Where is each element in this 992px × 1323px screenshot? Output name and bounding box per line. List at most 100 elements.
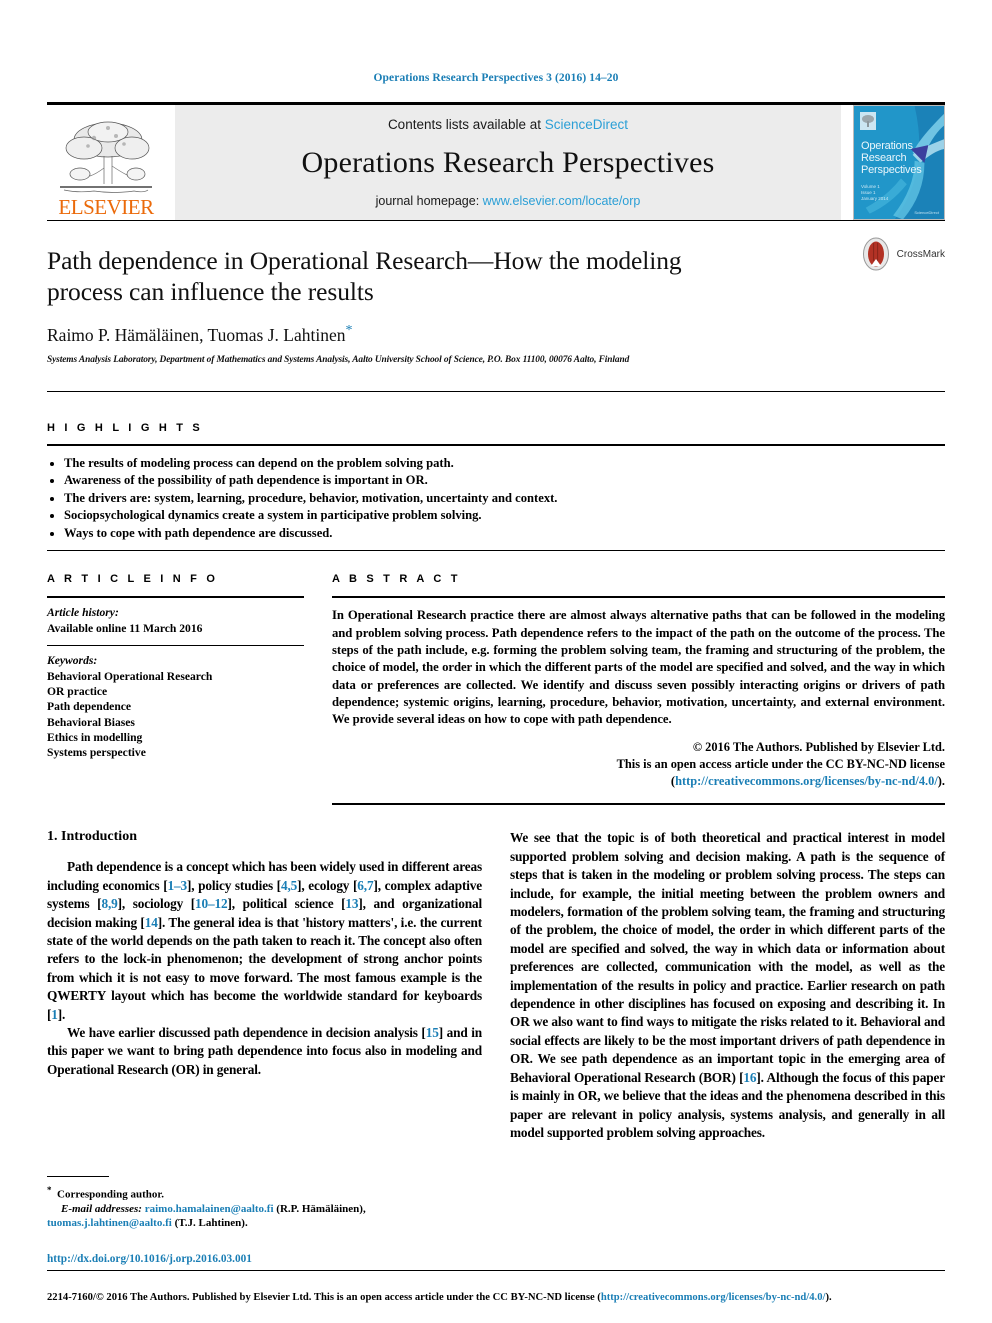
journal-title: Operations Research Perspectives: [301, 146, 715, 179]
email-owner-2: (T.J. Lahtinen).: [174, 1217, 248, 1230]
abstract-heading: A B S T R A C T: [332, 573, 461, 586]
article-info-column: A R T I C L E I N F O Article history: A…: [47, 573, 304, 805]
keyword-item: Behavioral Biases: [47, 715, 135, 729]
citation-ref[interactable]: 6,7: [357, 878, 373, 893]
list-item: Sociopsychological dynamics create a sys…: [47, 507, 945, 525]
citation-ref[interactable]: 15: [426, 1025, 439, 1040]
highlights-rule-bottom: [47, 550, 945, 552]
email-link-1[interactable]: raimo.hamalainen@aalto.fi: [145, 1203, 274, 1215]
cover-title-text: Operations Research Perspectives: [861, 140, 922, 176]
abstract-column: A B S T R A C T In Operational Research …: [332, 573, 945, 806]
abstract-copyright: © 2016 The Authors. Published by Elsevie…: [332, 728, 945, 790]
email-owner-1: (R.P. Hämäläinen),: [276, 1202, 366, 1215]
keyword-item: Systems perspective: [47, 746, 146, 760]
citation-ref[interactable]: 16: [743, 1070, 756, 1085]
paragraph: We have earlier discussed path dependenc…: [47, 1025, 482, 1077]
author-list: Raimo P. Hämäläinen, Tuomas J. Lahtinen*: [47, 323, 945, 346]
body-columns: 1. Introduction Path dependence is a con…: [47, 829, 945, 1142]
affiliation: Systems Analysis Laboratory, Department …: [47, 354, 630, 365]
cover-line-2: Research: [861, 152, 907, 164]
cover-volume-info: Volume 1 Issue 1 January 2014: [861, 184, 888, 202]
elsevier-logo: ELSEVIER: [47, 105, 165, 220]
abstract-rule-bottom: [332, 803, 945, 806]
paragraph: Path dependence is a concept which has b…: [47, 859, 483, 1022]
citation-ref[interactable]: 1: [51, 1007, 58, 1022]
article-history-group: Article history: Available online 11 Mar…: [47, 598, 304, 645]
copyright-line-2: This is an open access article under the…: [616, 757, 945, 772]
keyword-item: Behavioral Operational Research: [47, 669, 213, 683]
citation-ref[interactable]: 4,5: [281, 878, 297, 893]
body-column-left: 1. Introduction Path dependence is a con…: [47, 829, 482, 1142]
cover-elsevier-icon: [860, 112, 876, 130]
list-item: The results of modeling process can depe…: [47, 455, 945, 473]
email-link-2[interactable]: tuomas.j.lahtinen@aalto.fi: [47, 1217, 172, 1229]
corresponding-author-marker: *: [345, 323, 353, 338]
paren-close: ).: [937, 774, 945, 789]
footnote-rule: [47, 1175, 109, 1177]
footer-text-before: 2214-7160/© 2016 The Authors. Published …: [47, 1292, 601, 1303]
running-head: Operations Research Perspectives 3 (2016…: [373, 72, 619, 84]
highlights-section: H I G H L I G H T S The results of model…: [47, 390, 945, 552]
crossmark-label: CrossMark: [896, 248, 945, 260]
copyright-license-line: (http://creativecommons.org/licenses/by-…: [332, 773, 945, 790]
list-item: Awareness of the possibility of path dep…: [47, 472, 945, 490]
cover-date: January 2014: [861, 196, 889, 201]
keywords-label: Keywords:: [47, 654, 98, 668]
copyright-line-1: © 2016 The Authors. Published by Elsevie…: [692, 740, 945, 755]
article-info-heading: A R T I C L E I N F O: [47, 573, 219, 586]
info-abstract-row: A R T I C L E I N F O Article history: A…: [47, 573, 945, 806]
keyword-item: Ethics in modelling: [47, 730, 143, 744]
footer-text-after: ).: [825, 1292, 832, 1303]
cover-line-3: Perspectives: [861, 164, 922, 176]
keywords-group: Keywords: Behavioral Operational Researc…: [47, 646, 304, 760]
keyword-item: OR practice: [47, 684, 108, 698]
cover-footer-text: ScienceDirect: [914, 210, 939, 215]
email-label: E-mail addresses:: [61, 1202, 142, 1215]
contents-prefix: Contents lists available at: [387, 117, 545, 132]
citation-ref[interactable]: 8,9: [101, 896, 117, 911]
body-column-right: We see that the topic is of both theoret…: [510, 829, 945, 1142]
elsevier-tree-icon: [60, 121, 152, 193]
paragraph: We see that the topic is of both theoret…: [510, 830, 945, 1140]
citation-ref[interactable]: 1–3: [168, 878, 188, 893]
page-title: Path dependence in Operational Research—…: [47, 246, 682, 306]
corresponding-author-text: Corresponding author.: [57, 1188, 164, 1201]
footnote-star: *: [47, 1184, 52, 1195]
citation-ref[interactable]: 14: [145, 915, 158, 930]
elsevier-wordmark: ELSEVIER: [58, 195, 154, 219]
journal-cover-thumbnail: Operations Research Perspectives Volume …: [853, 105, 945, 220]
footer-copyright: 2214-7160/© 2016 The Authors. Published …: [47, 1291, 945, 1305]
footer-license-link[interactable]: http://creativecommons.org/licenses/by-n…: [601, 1292, 826, 1303]
citation-ref[interactable]: 10–12: [195, 896, 228, 911]
paper-page: Operations Research Perspectives 3 (2016…: [0, 0, 992, 1323]
citation-ref[interactable]: 13: [345, 896, 358, 911]
journal-homepage-line: journal homepage: www.elsevier.com/locat…: [376, 194, 641, 208]
article-history-label: Article history:: [47, 606, 119, 620]
highlights-list: The results of modeling process can depe…: [47, 446, 945, 551]
email-addresses-line: E-mail addresses: raimo.hamalainen@aalto…: [47, 1202, 477, 1217]
contents-lists-line: Contents lists available at ScienceDirec…: [388, 117, 628, 132]
email-addresses-line-2: tuomas.j.lahtinen@aalto.fi (T.J. Lahtine…: [47, 1216, 477, 1231]
title-block: Path dependence in Operational Research—…: [47, 220, 945, 365]
article-history-value: Available online 11 March 2016: [47, 621, 203, 635]
sciencedirect-link[interactable]: ScienceDirect: [545, 117, 628, 132]
doi-link[interactable]: http://dx.doi.org/10.1016/j.orp.2016.03.…: [47, 1253, 252, 1265]
author-names: Raimo P. Hämäläinen, Tuomas J. Lahtinen: [47, 324, 346, 345]
cover-line-1: Operations: [861, 140, 913, 152]
journal-masthead: ELSEVIER Contents lists available at Sci…: [47, 102, 945, 220]
highlights-heading: H I G H L I G H T S: [47, 421, 203, 434]
crossmark-badge[interactable]: CrossMark: [859, 237, 945, 271]
keyword-item: Path dependence: [47, 700, 132, 714]
corresponding-author-note: * Corresponding author.: [47, 1183, 477, 1202]
list-item: The drivers are: system, learning, proce…: [47, 490, 945, 508]
list-item: Ways to cope with path dependence are di…: [47, 525, 945, 543]
homepage-prefix: journal homepage:: [375, 194, 483, 208]
masthead-center: Contents lists available at ScienceDirec…: [175, 105, 841, 220]
abstract-text: In Operational Research practice there a…: [332, 608, 945, 727]
crossmark-icon: [862, 237, 889, 271]
journal-homepage-link[interactable]: www.elsevier.com/locate/orp: [483, 194, 641, 208]
footer-divider: [47, 1270, 945, 1271]
footnote-block: * Corresponding author. E-mail addresses…: [47, 1175, 477, 1231]
license-link[interactable]: http://creativecommons.org/licenses/by-n…: [675, 774, 938, 788]
section-heading-introduction: 1. Introduction: [47, 829, 137, 845]
